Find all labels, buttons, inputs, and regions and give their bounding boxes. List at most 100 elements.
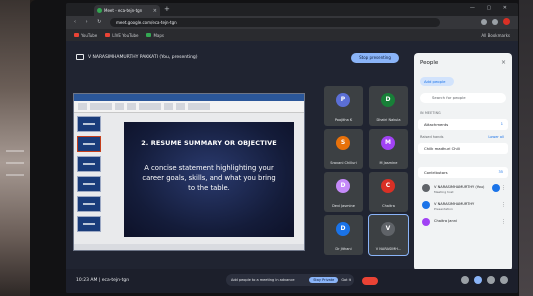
participant-tile[interactable]: S Sravani Chilluri xyxy=(324,129,363,169)
navigation-buttons[interactable]: ‹ › ↻ xyxy=(74,19,105,25)
ribbon-button xyxy=(90,103,112,110)
more-options-icon[interactable]: ⋮ xyxy=(501,184,506,192)
address-input[interactable]: meet.google.com/eca-tejn-tgn xyxy=(110,18,440,27)
slide-thumbnail xyxy=(77,216,101,232)
ribbon-button xyxy=(139,103,161,110)
person-name: Chaitra Janni xyxy=(434,219,458,223)
close-icon[interactable]: × xyxy=(501,59,506,66)
participant-name: V NARASIMH... xyxy=(375,247,402,251)
stop-presenting-button[interactable]: Stop presenting xyxy=(351,53,399,63)
info-icon[interactable] xyxy=(461,276,469,284)
raised-hand-person: Chilk madhuri Chili xyxy=(424,146,460,151)
raised-hand-row[interactable]: Chilk madhuri Chili xyxy=(418,143,508,154)
tab-title: Meet - eca-tejn-tgn xyxy=(104,8,143,13)
toast-dismiss-button[interactable]: Got it xyxy=(341,278,354,282)
ppt-title-bar xyxy=(74,94,304,101)
lower-all-button[interactable]: Lower all xyxy=(488,135,504,139)
participant-name: Devi Jasmine xyxy=(332,204,355,208)
bookmarks-bar: YouTube LIVE YouTube Maps All Bookmarks xyxy=(66,29,518,41)
avatar: C xyxy=(381,179,395,193)
meet-favicon-icon xyxy=(97,8,102,13)
profile-avatar[interactable] xyxy=(503,18,510,25)
people-list-item[interactable]: V NARASIMHAMURTHY Presentation ⋮ xyxy=(420,200,506,212)
more-options-icon[interactable]: ⋮ xyxy=(501,201,506,209)
bookmark-label: LIVE YouTube xyxy=(112,32,139,38)
participant-name: Chaitra xyxy=(382,204,395,208)
participant-tile[interactable]: D Dhatri Nakula xyxy=(369,86,408,126)
ribbon-button xyxy=(78,103,87,110)
meet-main-area: V NARASIMHAMURTHY PAKKATI (You, presenti… xyxy=(66,41,518,293)
participant-tile-self[interactable]: V V NARASIMH... xyxy=(368,214,409,256)
contributors-label: Contributors xyxy=(424,170,448,175)
attachments-row[interactable]: Attachments 1 xyxy=(418,119,508,130)
extensions-icon[interactable] xyxy=(481,18,487,25)
toast-action-button[interactable]: Stay Private xyxy=(309,277,339,283)
people-panel-title: People xyxy=(420,60,439,66)
people-list-item[interactable]: Chaitra Janni ⋮ xyxy=(420,217,506,229)
tab-close-icon[interactable]: × xyxy=(153,8,157,14)
address-bar-row: ‹ › ↻ meet.google.com/eca-tejn-tgn xyxy=(66,16,518,29)
participant-name: Dhatri Nakula xyxy=(376,118,401,122)
contributors-row[interactable]: Contributors 35 xyxy=(418,167,508,178)
bookmark-youtube[interactable]: YouTube xyxy=(74,33,97,38)
people-list-item[interactable]: V NARASIMHAMURTHY (You) Meeting host ⋮ xyxy=(420,183,506,195)
contributors-count: 35 xyxy=(498,170,503,174)
participant-tile[interactable]: M M Jasmine xyxy=(369,129,408,169)
room-stripe xyxy=(6,174,24,176)
participant-name: Poojitha K xyxy=(334,118,353,122)
ppt-ribbon xyxy=(74,101,304,113)
browser-tab[interactable]: Meet - eca-tejn-tgn × xyxy=(94,5,160,16)
participant-tile[interactable]: D Dr Jithani xyxy=(324,215,363,255)
slide-thumbnail xyxy=(77,196,101,212)
bookmark-live-youtube[interactable]: LIVE YouTube xyxy=(105,33,138,38)
slide-thumbnail xyxy=(77,136,101,152)
people-icon[interactable] xyxy=(474,276,482,284)
avatar: V xyxy=(381,222,395,236)
participant-tile[interactable]: D Devi Jasmine xyxy=(324,172,363,212)
meeting-clock: 10:23 AM | eca-tejn-tgn xyxy=(76,278,130,283)
slide-title: 2. RESUME SUMMARY OR OBJECTIVE xyxy=(141,139,277,147)
ribbon-button xyxy=(176,103,185,110)
slide-body: A concise statement highlighting your ca… xyxy=(142,164,276,192)
download-icon[interactable] xyxy=(492,18,498,25)
more-options-icon[interactable]: ⋮ xyxy=(501,218,506,226)
participant-name: Sravani Chilluri xyxy=(330,161,357,165)
attachments-count: 1 xyxy=(500,122,503,126)
avatar: D xyxy=(336,222,350,236)
all-bookmarks-button[interactable]: All Bookmarks xyxy=(481,33,510,38)
slide-thumbnail xyxy=(77,156,101,172)
avatar: D xyxy=(381,93,395,107)
avatar: D xyxy=(336,179,350,193)
attachments-label: Attachments xyxy=(424,122,449,127)
ribbon-button xyxy=(188,103,210,110)
participant-tile[interactable]: C Chaitra xyxy=(369,172,408,212)
bookmark-label: Maps xyxy=(153,32,165,38)
avatar: P xyxy=(336,93,350,107)
ppt-status-bar xyxy=(74,244,304,250)
participant-tile[interactable]: P Poojitha K xyxy=(324,86,363,126)
participant-tiles: P Poojitha K D Dhatri Nakula S Sravani C… xyxy=(324,86,410,256)
window-controls[interactable]: — ▢ ✕ xyxy=(470,5,512,11)
bookmark-maps[interactable]: Maps xyxy=(146,33,164,38)
search-people-input[interactable]: Search for people xyxy=(420,93,506,103)
present-screen-icon xyxy=(76,54,84,60)
person-name: V NARASIMHAMURTHY (You) xyxy=(434,185,485,189)
activities-icon[interactable] xyxy=(500,276,508,284)
leave-call-button[interactable] xyxy=(362,277,378,285)
toast-message: Add people to a meeting in advance xyxy=(231,278,295,282)
slide-thumbnail xyxy=(77,176,101,192)
youtube-icon xyxy=(74,33,79,37)
meeting-details-controls xyxy=(461,276,508,284)
presenting-bar: V NARASIMHAMURTHY PAKKATI (You, presenti… xyxy=(76,54,198,60)
address-text: meet.google.com/eca-tejn-tgn xyxy=(116,20,177,25)
new-tab-button[interactable]: + xyxy=(164,5,170,13)
mic-icon xyxy=(492,184,500,192)
avatar xyxy=(422,218,430,226)
add-people-button[interactable]: Add people xyxy=(420,77,454,86)
person-role: Presentation xyxy=(434,207,453,211)
slide-thumbnail xyxy=(77,116,101,132)
presenting-label: V NARASIMHAMURTHY PAKKATI (You, presenti… xyxy=(88,54,198,60)
room-stripe xyxy=(6,150,24,152)
chat-icon[interactable] xyxy=(487,276,495,284)
avatar xyxy=(422,201,430,209)
